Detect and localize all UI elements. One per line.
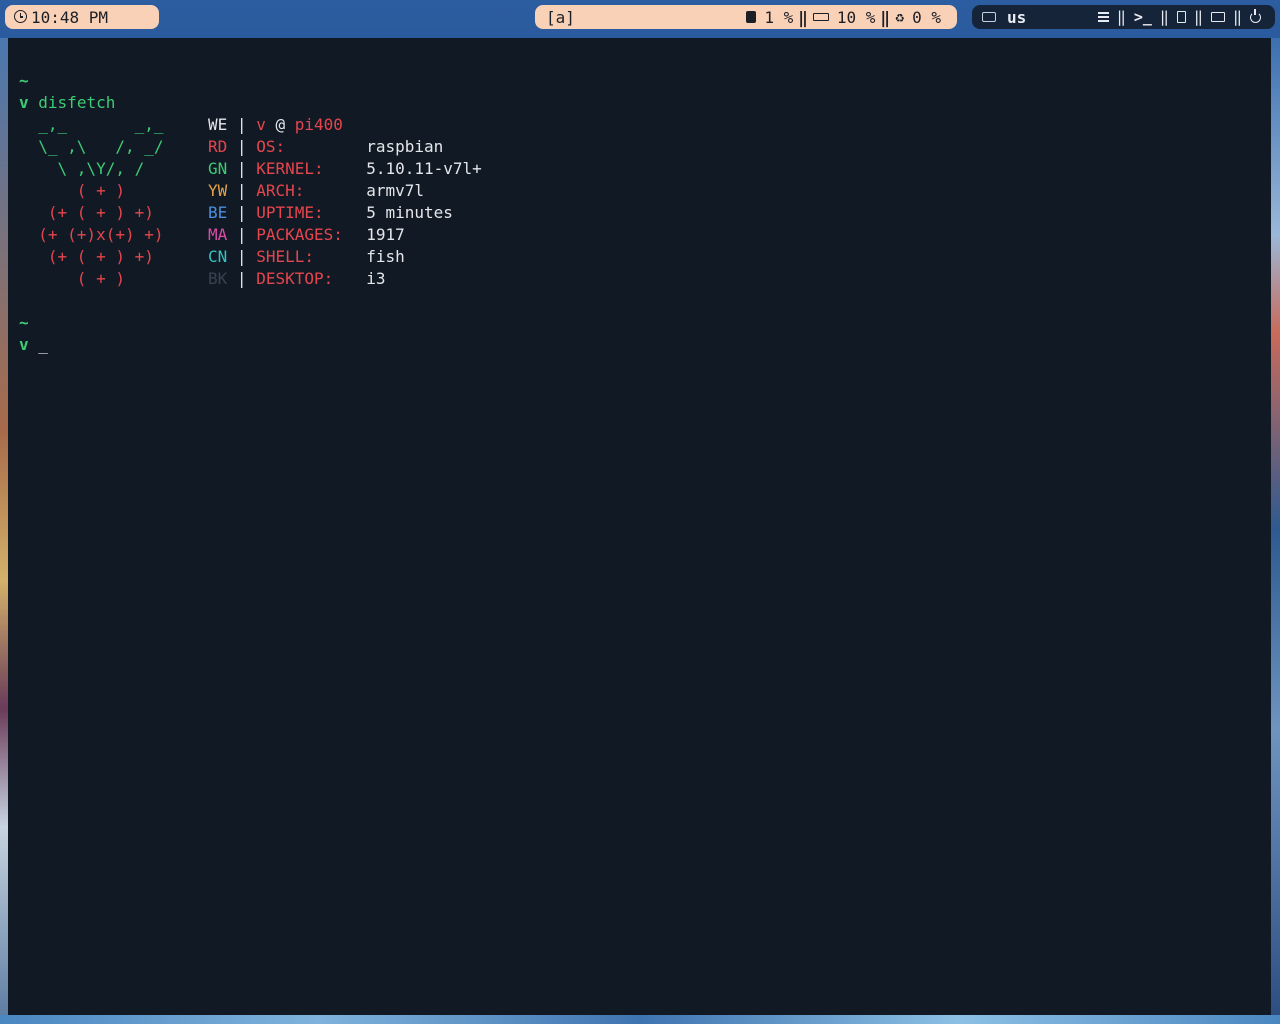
top-bar: 10:48 PM [a] 1 % ‖ 10 % ‖ ♻ 0 % us ‖ >_ … bbox=[0, 0, 1280, 38]
ascii-art-line: \ ,\Y/, / bbox=[19, 159, 145, 178]
power-icon[interactable] bbox=[1250, 8, 1261, 23]
host-name: pi400 bbox=[294, 115, 343, 134]
info-value: 5.10.11-v7l+ bbox=[366, 159, 482, 178]
pipe: | bbox=[236, 181, 247, 200]
prompt-dir: ~ bbox=[19, 71, 29, 90]
keyboard-layout[interactable]: us bbox=[1007, 8, 1026, 27]
cursor: _ bbox=[38, 335, 48, 354]
swap-icon: ♻ bbox=[895, 8, 905, 26]
info-label: PACKAGES: bbox=[256, 225, 343, 244]
info-value: 5 minutes bbox=[366, 203, 453, 222]
pipe: | bbox=[236, 115, 247, 134]
pipe: | bbox=[236, 159, 247, 178]
info-row-shell: CN | SHELL: fish bbox=[208, 246, 405, 268]
ascii-art-line: (+ ( + ) +) bbox=[19, 247, 154, 266]
info-label: ARCH: bbox=[256, 181, 305, 200]
swap-usage: 0 % bbox=[912, 7, 941, 27]
separator: ‖ bbox=[1159, 8, 1169, 26]
pipe: | bbox=[236, 203, 247, 222]
separator: ‖ bbox=[1232, 8, 1242, 26]
color-code: WE bbox=[208, 115, 228, 134]
info-value: i3 bbox=[366, 269, 386, 288]
ascii-art-line: _,_ _,_ bbox=[19, 115, 164, 134]
workspace-indicator[interactable]: [a] bbox=[546, 8, 575, 27]
pipe: | bbox=[236, 137, 247, 156]
color-code: BK bbox=[208, 269, 228, 288]
prompt-dir: ~ bbox=[19, 313, 29, 332]
prompt-symbol: v bbox=[19, 335, 29, 354]
document-icon[interactable] bbox=[1176, 11, 1186, 23]
ram-usage: 10 % bbox=[836, 7, 876, 27]
color-code: GN bbox=[208, 159, 228, 178]
terminal-window[interactable]: ~ v disfetch _,_ _,_ \_ ,\ /, _/ \ ,\Y/,… bbox=[8, 38, 1271, 1015]
info-row-kernel: GN | KERNEL: 5.10.11-v7l+ bbox=[208, 158, 482, 180]
info-row-uptime: BE | UPTIME: 5 minutes bbox=[208, 202, 453, 224]
color-code: MA bbox=[208, 225, 228, 244]
at-sign: @ bbox=[275, 115, 286, 134]
cpu-usage: 1 % bbox=[764, 7, 794, 27]
ascii-art-line: \_ ,\ /, _/ bbox=[19, 137, 164, 156]
clock-time: 10:48 PM bbox=[31, 7, 109, 27]
info-value: fish bbox=[366, 247, 405, 266]
info-row-packages: MA | PACKAGES: 1917 bbox=[208, 224, 405, 246]
info-header: WE | v @ pi400 bbox=[208, 114, 343, 136]
status-widget: [a] 1 % ‖ 10 % ‖ ♻ 0 % bbox=[535, 5, 957, 29]
ascii-art-line: ( + ) bbox=[19, 181, 125, 200]
input-line[interactable]: v _ bbox=[19, 334, 48, 356]
info-row-os: RD | OS: raspbian bbox=[208, 136, 443, 158]
command-text: disfetch bbox=[38, 93, 116, 112]
clock-icon bbox=[14, 10, 27, 23]
system-tray: us ‖ >_ ‖ ‖ ‖ bbox=[972, 5, 1275, 29]
memory-icon bbox=[812, 13, 829, 21]
info-row-desktop: BK | DESKTOP: i3 bbox=[208, 268, 385, 290]
info-label: OS: bbox=[256, 137, 286, 156]
clock-widget[interactable]: 10:48 PM bbox=[5, 5, 159, 29]
wallpaper-right-edge bbox=[1271, 38, 1280, 1024]
color-code: BE bbox=[208, 203, 228, 222]
cpu-icon bbox=[746, 11, 757, 23]
pipe: | bbox=[236, 247, 247, 266]
menu-icon[interactable] bbox=[1097, 12, 1109, 22]
info-value: armv7l bbox=[366, 181, 424, 200]
info-label: KERNEL: bbox=[256, 159, 324, 178]
info-label: UPTIME: bbox=[256, 203, 324, 222]
info-row-arch: YW | ARCH: armv7l bbox=[208, 180, 424, 202]
ascii-art-line: (+ (+)x(+) +) bbox=[19, 225, 164, 244]
pipe: | bbox=[236, 269, 247, 288]
command-line: v disfetch bbox=[19, 92, 115, 114]
ascii-art-line: (+ ( + ) +) bbox=[19, 203, 154, 222]
separator: ‖ bbox=[798, 7, 808, 27]
prompt-symbol: v bbox=[19, 93, 29, 112]
keyboard-icon bbox=[982, 12, 996, 22]
separator: ‖ bbox=[1193, 8, 1203, 26]
color-code: CN bbox=[208, 247, 228, 266]
info-value: raspbian bbox=[366, 137, 444, 156]
pipe: | bbox=[236, 225, 247, 244]
separator: ‖ bbox=[880, 7, 891, 27]
ascii-art-line: ( + ) bbox=[19, 269, 125, 288]
separator: ‖ bbox=[1116, 8, 1126, 26]
terminal-icon[interactable]: >_ bbox=[1134, 8, 1152, 26]
color-code: YW bbox=[208, 181, 228, 200]
wallpaper-bottom-edge bbox=[0, 1015, 1280, 1024]
wallpaper-left-edge bbox=[0, 38, 8, 1024]
color-code: RD bbox=[208, 137, 228, 156]
info-value: 1917 bbox=[366, 225, 405, 244]
info-label: DESKTOP: bbox=[256, 269, 334, 288]
info-label: SHELL: bbox=[256, 247, 314, 266]
monitor-icon[interactable] bbox=[1210, 12, 1225, 22]
user-name: v bbox=[256, 115, 266, 134]
